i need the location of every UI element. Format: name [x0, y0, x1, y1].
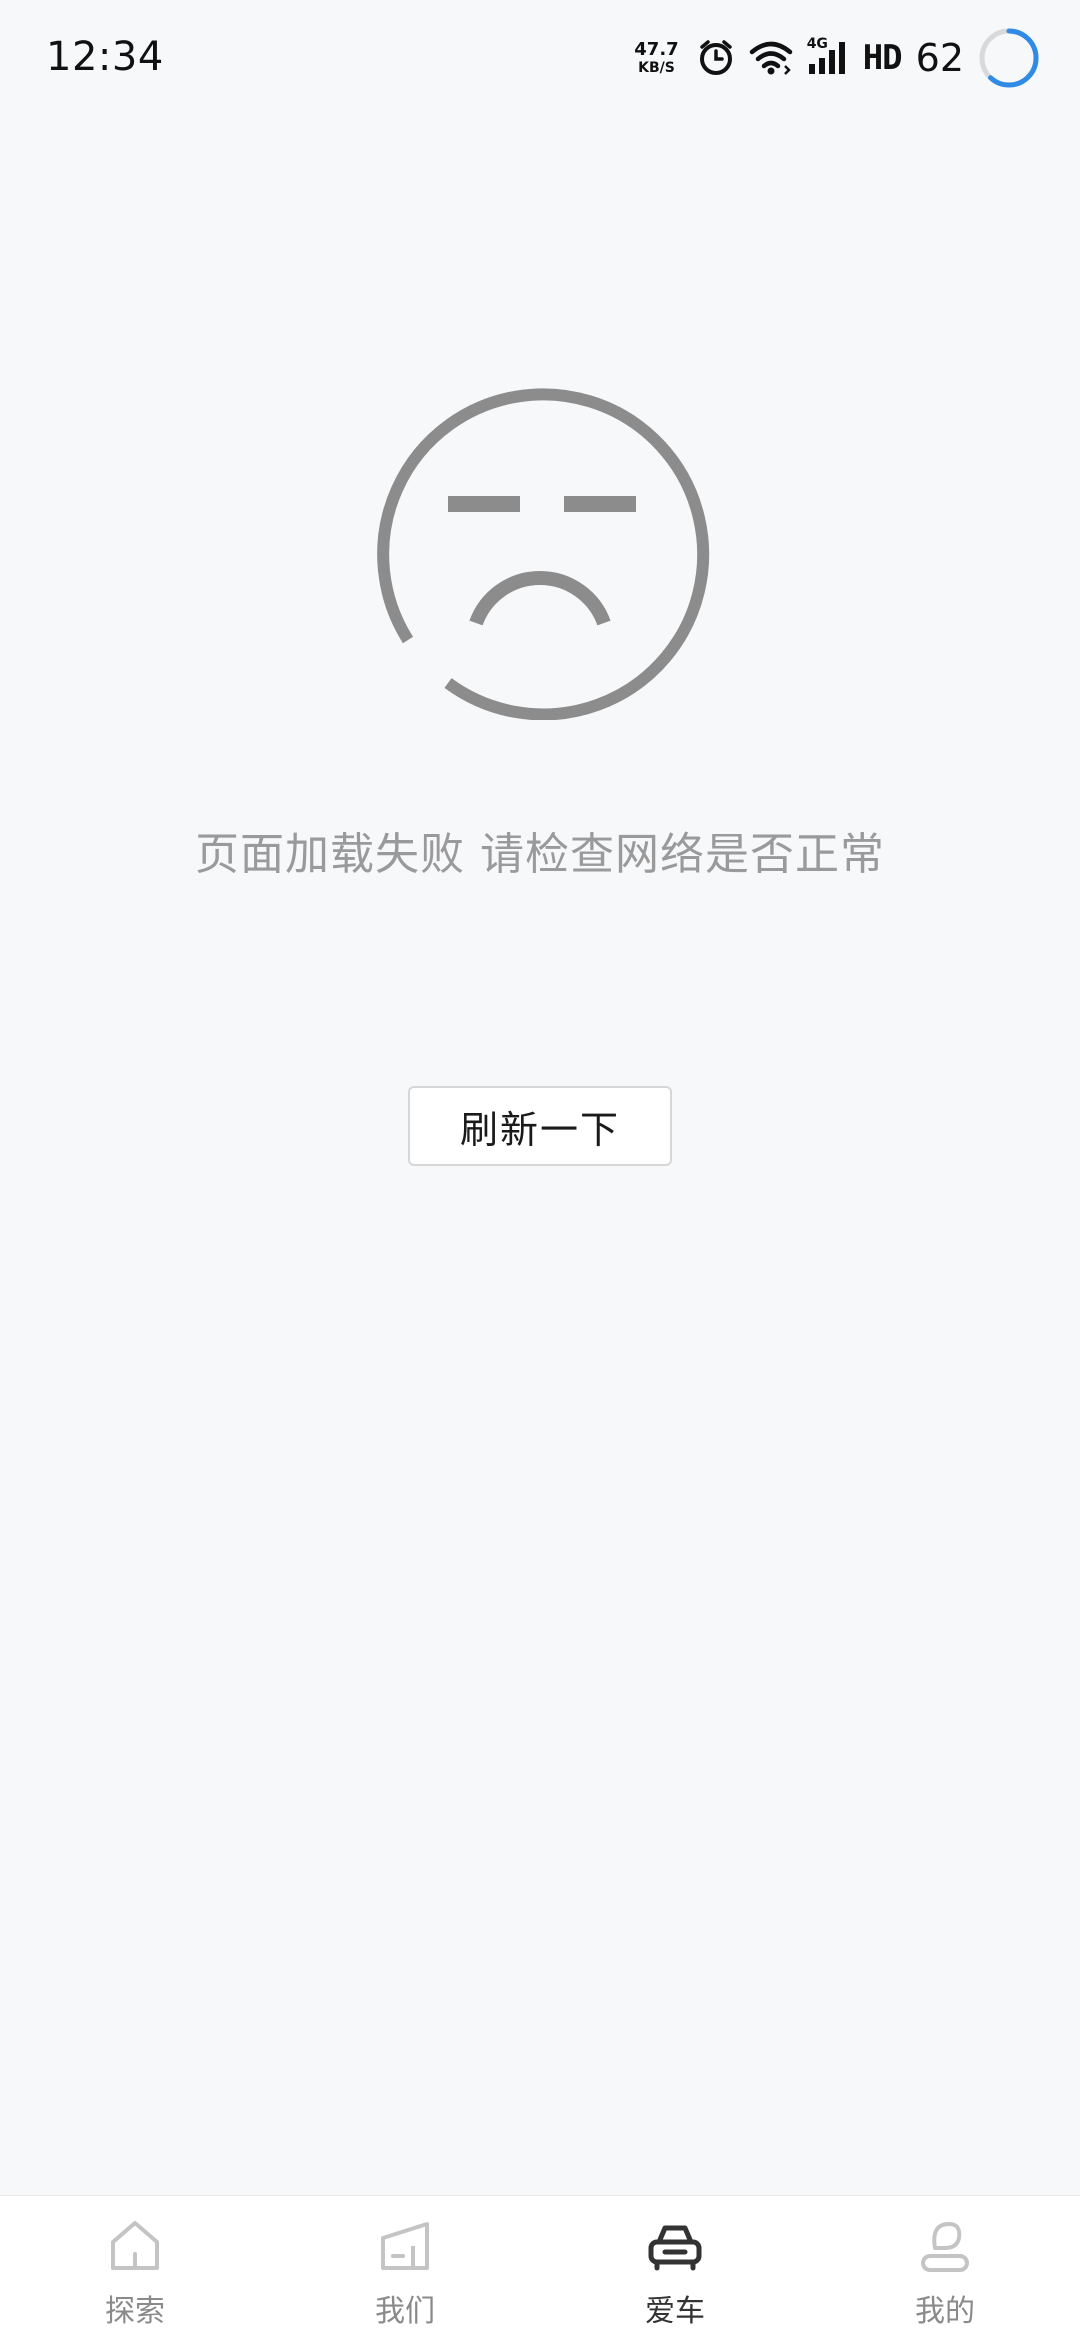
network-speed-value: 47.7 [634, 39, 679, 60]
battery-level: 62 [915, 36, 964, 80]
network-type-label: 4G [806, 36, 828, 52]
status-time: 12:34 [46, 34, 164, 80]
network-speed: 47.7 KB/S [634, 39, 679, 76]
sad-face-icon [370, 380, 710, 721]
tab-explore[interactable]: 探索 [0, 2196, 270, 2340]
home-icon [111, 2221, 159, 2270]
refresh-button[interactable]: 刷新一下 [408, 1086, 672, 1166]
status-bar: 12:34 47.7 KB/S 4G HD 62 [0, 0, 1080, 120]
wifi-icon [749, 40, 793, 76]
battery-ring-icon [978, 27, 1040, 89]
tab-us[interactable]: 我们 [270, 2196, 540, 2340]
profile-icon [921, 2222, 969, 2272]
tab-car[interactable]: 爱车 [540, 2196, 810, 2340]
error-message: 页面加载失败 请检查网络是否正常 [195, 829, 885, 880]
cell-signal-icon: 4G [807, 36, 849, 76]
car-icon [648, 2225, 702, 2271]
building-icon [381, 2222, 429, 2270]
alarm-icon [697, 39, 735, 77]
network-speed-unit: KB/S [638, 60, 675, 76]
tab-mine[interactable]: 我的 [810, 2196, 1080, 2340]
tab-explore-label: 探索 [105, 2294, 165, 2329]
tab-car-label: 爱车 [645, 2294, 705, 2329]
hd-label: HD [862, 38, 903, 78]
tab-mine-label: 我的 [915, 2294, 975, 2329]
bottom-tab-bar: 探索 我们 爱车 我的 [0, 2195, 1080, 2340]
tab-us-label: 我们 [375, 2294, 435, 2329]
status-icons: 47.7 KB/S 4G HD 62 [634, 22, 1040, 94]
